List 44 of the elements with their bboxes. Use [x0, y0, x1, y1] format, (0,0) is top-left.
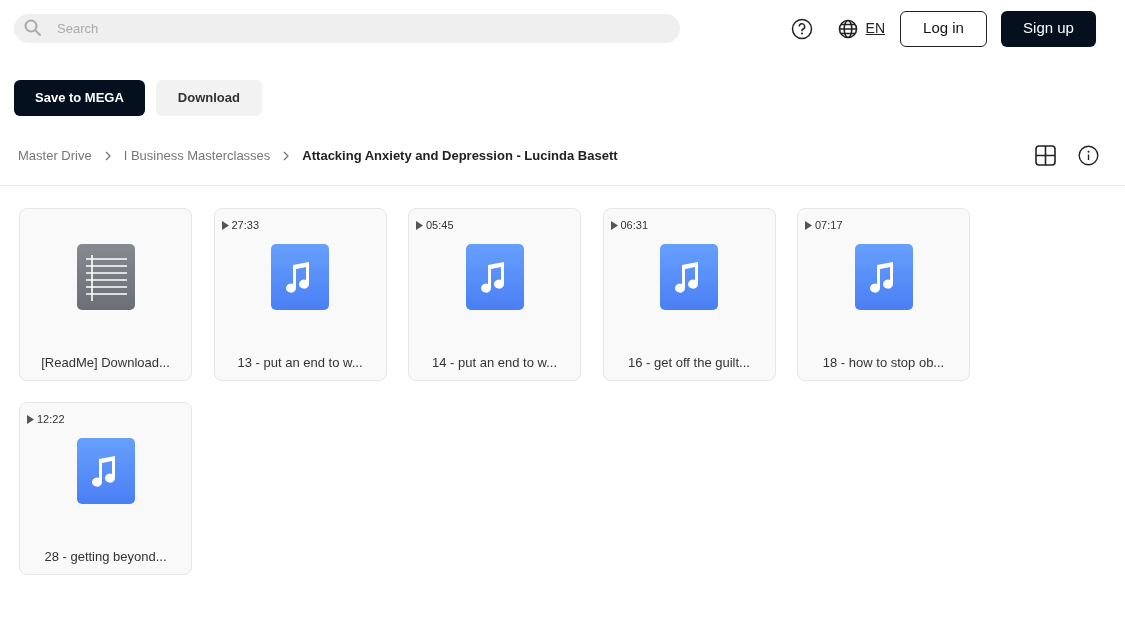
- duration-label: 12:22: [37, 412, 65, 427]
- search-icon: [24, 19, 42, 37]
- signup-button[interactable]: Sign up: [1001, 10, 1096, 47]
- grid-view-icon[interactable]: [1035, 145, 1056, 166]
- file-card[interactable]: 06:31 16 - get off the guilt...: [602, 208, 776, 381]
- duration-label: 05:45: [426, 218, 454, 233]
- play-icon: [221, 220, 229, 230]
- file-card[interactable]: 12:22 28 - getting beyond...: [19, 402, 192, 575]
- play-icon: [610, 220, 618, 230]
- duration-label: 07:17: [815, 218, 843, 233]
- file-card[interactable]: 27:33 13 - put an end to w...: [213, 208, 387, 381]
- file-card[interactable]: 07:17 18 - how to stop ob...: [797, 208, 970, 381]
- download-button[interactable]: Download: [155, 80, 262, 116]
- play-icon: [27, 414, 34, 424]
- document-icon: [76, 244, 135, 310]
- help-icon[interactable]: [790, 17, 813, 40]
- file-card[interactable]: 05:45 14 - put an end to w...: [408, 208, 581, 381]
- music-file-icon: [660, 244, 718, 310]
- music-file-icon: [76, 438, 135, 504]
- chevron-icon: [282, 150, 291, 161]
- file-name: 16 - get off the guilt...: [628, 354, 750, 372]
- file-card[interactable]: [ReadMe] Download...: [19, 208, 192, 381]
- file-name: 14 - put an end to w...: [432, 354, 557, 372]
- search-field[interactable]: Search: [14, 14, 680, 43]
- music-file-icon: [854, 244, 913, 310]
- breadcrumb-link[interactable]: Master Drive: [18, 145, 92, 166]
- duration-label: 27:33: [231, 218, 260, 233]
- breadcrumb-link[interactable]: Attacking Anxiety and Depression - Lucinda Basett: [302, 145, 618, 166]
- breadcrumb-link[interactable]: I Business Masterclasses: [123, 145, 271, 166]
- play-icon: [805, 220, 812, 230]
- file-name: 18 - how to stop ob...: [822, 354, 945, 372]
- music-file-icon: [271, 244, 329, 310]
- login-button[interactable]: Log in: [900, 10, 987, 47]
- globe-icon[interactable]: [837, 18, 858, 39]
- file-name: 13 - put an end to w...: [237, 354, 363, 372]
- language-link[interactable]: EN: [865, 18, 885, 39]
- save-button[interactable]: Save to MEGA: [14, 80, 145, 116]
- file-name: 28 - getting beyond...: [44, 548, 167, 566]
- file-name: [ReadMe] Download...: [41, 354, 170, 372]
- play-icon: [416, 220, 423, 230]
- music-file-icon: [465, 244, 524, 310]
- chevron-icon: [103, 150, 112, 161]
- duration-label: 06:31: [620, 218, 649, 233]
- info-icon[interactable]: [1078, 145, 1099, 166]
